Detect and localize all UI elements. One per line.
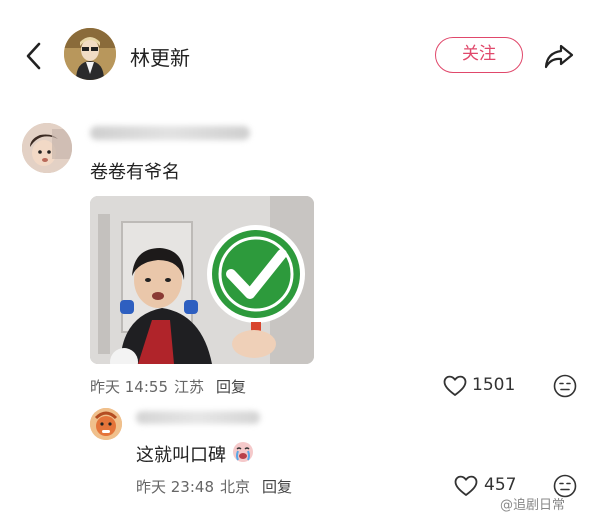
back-arrow-icon[interactable]: [22, 40, 46, 72]
commenter-name-blurred: [90, 126, 250, 140]
replier-avatar[interactable]: [90, 408, 122, 440]
reply-button[interactable]: 回复: [216, 378, 246, 396]
reply-meta: 昨天 23:48 北京 回复: [136, 476, 298, 497]
share-icon[interactable]: [543, 40, 575, 72]
reply-button[interactable]: 回复: [262, 478, 292, 496]
author-avatar[interactable]: [64, 28, 116, 80]
reply-time: 昨天 23:48: [136, 478, 214, 496]
comment-location: 江苏: [174, 378, 205, 396]
watermark: @追剧日常: [500, 498, 566, 513]
comment-meta: 昨天 14:55 江苏 回复: [90, 376, 252, 397]
like-count: 457: [484, 475, 517, 495]
reply-text: 这就叫口碑: [136, 445, 226, 466]
heart-icon[interactable]: [443, 375, 467, 397]
comment-time: 昨天 14:55: [90, 378, 168, 396]
commenter-avatar[interactable]: [22, 123, 72, 173]
comment-text: 卷卷有爷名: [90, 162, 180, 183]
like-count: 1501: [472, 375, 516, 395]
follow-button[interactable]: 关注: [435, 37, 523, 73]
crying-emoji-icon: [233, 442, 253, 462]
author-name[interactable]: 林更新: [130, 42, 190, 71]
emoji-reaction-icon[interactable]: [553, 374, 577, 398]
comment-image[interactable]: [90, 196, 314, 364]
replier-name-blurred: [136, 411, 260, 424]
reply-location: 北京: [220, 478, 251, 496]
heart-icon[interactable]: [454, 475, 478, 497]
